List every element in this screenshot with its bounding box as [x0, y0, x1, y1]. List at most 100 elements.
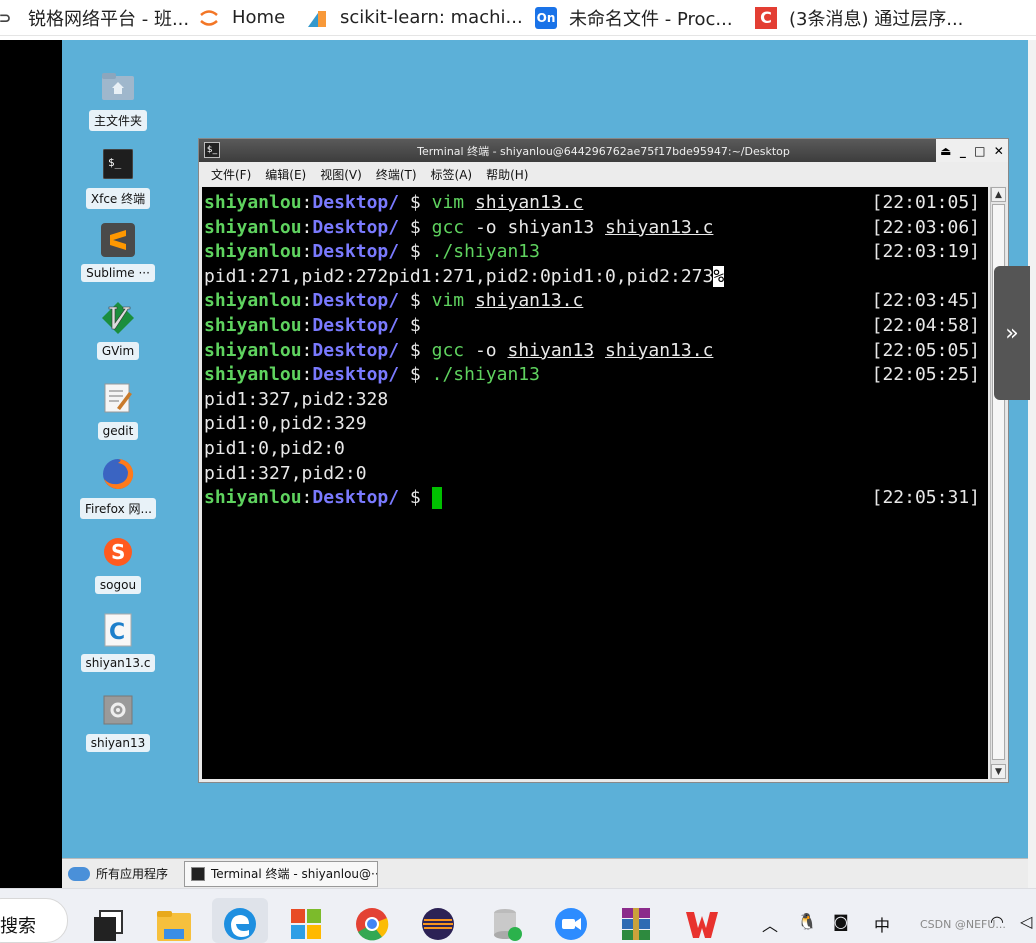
desktop-icon-gvim[interactable]: GVim [80, 300, 156, 360]
menu-file[interactable]: 文件(F) [211, 166, 251, 183]
bookmark-label: scikit-learn: machi... [340, 7, 523, 28]
edge-browser-icon[interactable] [221, 905, 259, 943]
maximize-button[interactable]: □ [974, 144, 985, 158]
terminal-titlebar[interactable]: $_ Terminal 终端 - shiyanlou@644296762ae75… [199, 139, 1008, 162]
prompt-path: Desktop/ [312, 364, 400, 386]
wps-icon[interactable] [683, 905, 721, 943]
command-timestamp: [22:03:45] [871, 290, 980, 312]
windows-logo-app-icon[interactable] [287, 905, 325, 943]
close-button[interactable]: ✕ [994, 144, 1004, 158]
jupyter-icon [198, 7, 220, 29]
prompt-symbol: $ [399, 364, 432, 386]
bookmark-label: 锐格网络平台 - 班... [28, 8, 190, 30]
qq-icon[interactable]: 🐧 [797, 912, 817, 931]
sogou-icon: S [100, 534, 136, 570]
expand-panel-button[interactable]: » [994, 266, 1030, 400]
meeting-app-icon[interactable] [552, 905, 590, 943]
terminal-icon: $_ [100, 146, 136, 182]
bookmark-label: 未命名文件 - Proc... [569, 8, 733, 30]
prompt-symbol: $ [399, 315, 432, 336]
arg [497, 217, 508, 238]
ime-indicator[interactable]: 中 [874, 912, 890, 936]
menu-terminal[interactable]: 终端(T) [376, 166, 417, 183]
all-apps-label: 所有应用程序 [96, 867, 169, 881]
csdn-icon: C [755, 6, 777, 29]
prompt-user: shiyanlou [204, 290, 302, 312]
scroll-up-icon[interactable]: ▲ [991, 187, 1006, 202]
all-apps-menu[interactable]: 所有应用程序 [68, 865, 184, 882]
file-explorer-icon[interactable] [155, 905, 193, 943]
prompt-path: Desktop/ [312, 241, 400, 263]
arg [464, 217, 475, 238]
command-timestamp: [22:05:31] [871, 487, 980, 509]
menu-help[interactable]: 帮助(H) [486, 166, 528, 183]
minimize-button[interactable]: _ [960, 144, 966, 158]
bookmark-processon[interactable]: On 未命名文件 - Proc... [535, 0, 733, 36]
desktop-icon-label: Sublime ··· [81, 264, 155, 282]
desktop-icon-sogou[interactable]: S sogou [80, 534, 156, 594]
menu-edit[interactable]: 编辑(E) [265, 166, 306, 183]
desktop-icon-gedit[interactable]: gedit [80, 380, 156, 440]
program-output: pid1:271,pid2:272pid1:271,pid2:0pid1:0,p… [204, 265, 714, 287]
scroll-down-icon[interactable]: ▼ [991, 764, 1006, 779]
desktop-icon-label: Firefox 网... [80, 498, 156, 519]
desktop-icon-firefox[interactable]: Firefox 网... [80, 456, 156, 519]
prompt-sep: : [301, 364, 313, 386]
prompt-user: shiyanlou [204, 339, 302, 361]
task-view-icon[interactable] [88, 905, 126, 943]
executable-icon [100, 692, 136, 728]
terminal-line: shiyanlou:Desktop/ $ gcc -o shiyan13 shi… [204, 216, 713, 240]
arg [464, 290, 475, 311]
terminal-line: shiyanlou:Desktop/ $ [204, 486, 442, 510]
desktop-icon-sublime[interactable]: Sublime ··· [80, 222, 156, 282]
eclipse-icon[interactable] [419, 905, 457, 943]
program-output: pid1:327,pid2:0 [204, 462, 367, 484]
bookmark-sklearn[interactable]: scikit-learn: machi... [306, 0, 523, 36]
prompt-path: Desktop/ [312, 339, 400, 361]
arg [594, 340, 605, 361]
chrome-icon[interactable] [353, 905, 391, 943]
terminal-output[interactable]: [22:01:05] shiyanlou:Desktop/ $ vim shiya… [202, 187, 988, 779]
prompt-path: Desktop/ [312, 192, 400, 213]
taskbar-terminal-button[interactable]: Terminal 终端 - shiyanlou@··· [184, 860, 378, 887]
search-label: 搜索 [0, 916, 36, 937]
terminal-title: Terminal 终端 - shiyanlou@644296762ae75f17… [417, 144, 790, 158]
file-arg: shiyan13 [507, 339, 595, 361]
app-tray-icon[interactable]: ◙ [833, 912, 849, 931]
ruige-icon: ⊃ [0, 8, 12, 27]
prompt-user: shiyanlou [204, 487, 302, 509]
winrar-icon[interactable] [617, 905, 655, 943]
prompt-path: Desktop/ [312, 216, 400, 238]
double-chevron-icon: » [1005, 320, 1019, 346]
bookmark-ruige[interactable]: ⊃ 锐格网络平台 - 班... [0, 0, 189, 36]
terminal-line: pid1:0,pid2:329 [204, 412, 367, 436]
remote-right-margin [1028, 40, 1036, 888]
database-icon[interactable] [488, 905, 526, 943]
menu-tabs[interactable]: 标签(A) [431, 166, 473, 183]
desktop-icon-shiyan13[interactable]: shiyan13 [80, 692, 156, 752]
desktop-icon-xfce-terminal[interactable]: $_ Xfce 终端 [80, 146, 156, 209]
command: ./shiyan13 [431, 241, 540, 263]
terminal-line: shiyanlou:Desktop/ $ ./shiyan13 [204, 240, 540, 264]
terminal-line: shiyanlou:Desktop/ $ ./shiyan13 [204, 363, 540, 387]
shade-icon[interactable]: ⏏ [940, 144, 951, 158]
prompt-sep: : [301, 241, 313, 263]
chevron-up-icon[interactable]: ︿ [762, 912, 778, 936]
taskbar-terminal-label: Terminal 终端 - shiyanlou@··· [211, 867, 378, 881]
terminal-line: shiyanlou:Desktop/ $ vim shiyan13.c [204, 289, 583, 313]
terminal-line: pid1:327,pid2:0 [204, 462, 367, 486]
command-timestamp: [22:01:05] [871, 192, 980, 213]
desktop-icon-label: shiyan13.c [80, 654, 156, 672]
svg-text:S: S [111, 540, 125, 564]
menu-view[interactable]: 视图(V) [320, 166, 362, 183]
no-newline-marker: % [713, 265, 725, 287]
wifi-icon[interactable]: ◠ [990, 912, 1004, 931]
bookmark-home[interactable]: Home [198, 0, 285, 36]
file-arg: shiyan13.c [474, 290, 584, 312]
desktop-icon-home-folder[interactable]: 主文件夹 [80, 68, 156, 131]
volume-icon[interactable]: ◁ [1020, 912, 1032, 931]
desktop-icon-shiyan13-c[interactable]: C shiyan13.c [80, 612, 156, 672]
prompt-symbol: $ [399, 216, 432, 238]
bookmark-csdn[interactable]: C (3条消息) 通过层序... [755, 0, 963, 36]
desktop-icon-label: Xfce 终端 [85, 188, 151, 209]
